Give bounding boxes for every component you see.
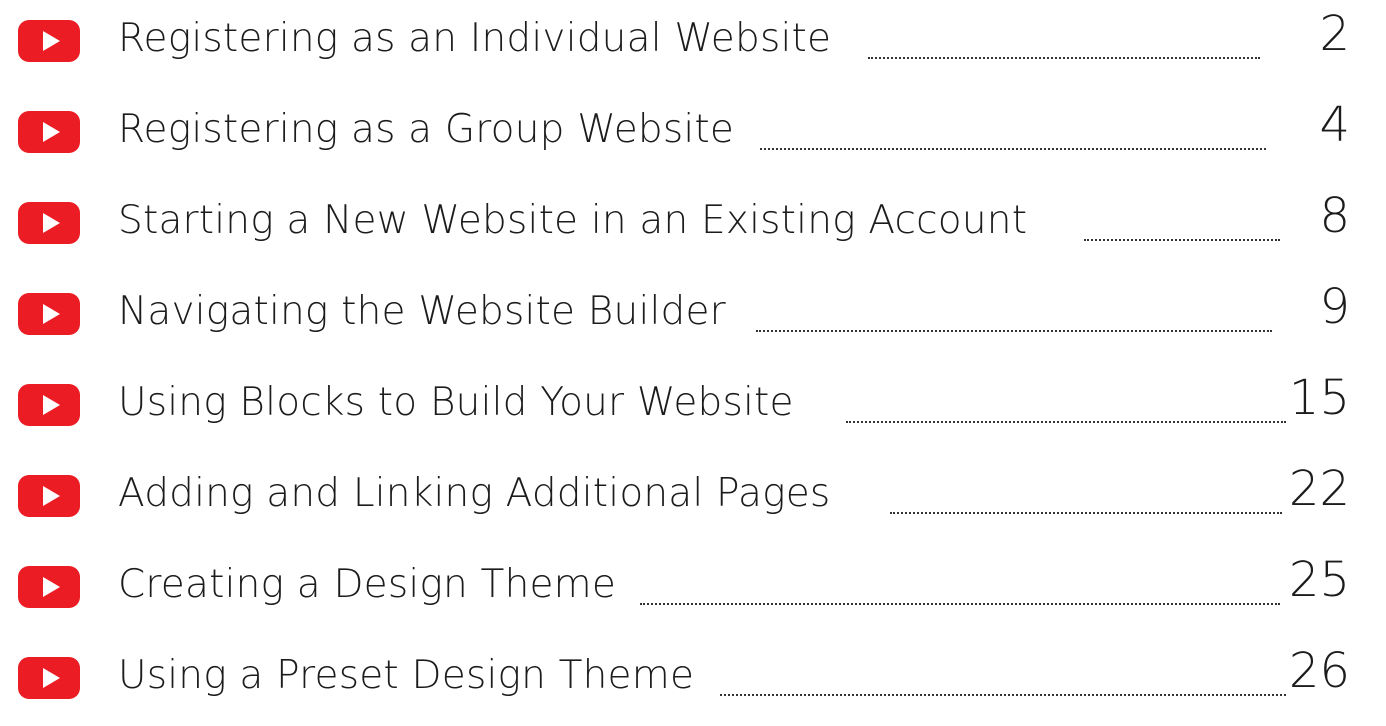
dot-leader: [720, 694, 1286, 696]
toc-entry[interactable]: Adding and Linking Additional Pages 22: [0, 457, 1386, 537]
entry-page-number: 2: [1319, 6, 1350, 62]
toc-entry[interactable]: Registering as an Individual Website 2: [0, 2, 1386, 82]
toc-entry[interactable]: Starting a New Website in an Existing Ac…: [0, 184, 1386, 264]
dot-leader: [868, 57, 1260, 59]
video-play-icon[interactable]: [18, 202, 80, 244]
entry-title[interactable]: Adding and Linking Additional Pages: [118, 471, 830, 517]
entry-page-number: 4: [1319, 97, 1350, 153]
entry-page-number: 9: [1319, 279, 1350, 335]
entry-title[interactable]: Using Blocks to Build Your Website: [118, 380, 794, 426]
video-play-icon[interactable]: [18, 111, 80, 153]
toc-entry[interactable]: Using Blocks to Build Your Website 15: [0, 366, 1386, 446]
entry-title[interactable]: Registering as an Individual Website: [118, 16, 831, 62]
toc-entry[interactable]: Registering as a Group Website 4: [0, 93, 1386, 173]
video-play-icon[interactable]: [18, 20, 80, 62]
entry-page-number: 15: [1288, 370, 1350, 426]
dot-leader: [640, 603, 1280, 605]
video-play-icon[interactable]: [18, 657, 80, 699]
table-of-contents: Registering as an Individual Website 2 R…: [0, 0, 1386, 726]
entry-title[interactable]: Registering as a Group Website: [118, 107, 734, 153]
entry-page-number: 26: [1288, 643, 1350, 699]
dot-leader: [846, 421, 1286, 423]
video-play-icon[interactable]: [18, 293, 80, 335]
video-play-icon[interactable]: [18, 475, 80, 517]
dot-leader: [760, 148, 1266, 150]
entry-title[interactable]: Using a Preset Design Theme: [118, 653, 694, 699]
video-play-icon[interactable]: [18, 566, 80, 608]
toc-entry[interactable]: Navigating the Website Builder 9: [0, 275, 1386, 355]
entry-title[interactable]: Navigating the Website Builder: [118, 289, 726, 335]
entry-title[interactable]: Creating a Design Theme: [118, 562, 616, 608]
entry-page-number: 8: [1319, 188, 1350, 244]
entry-page-number: 22: [1288, 461, 1350, 517]
toc-entry[interactable]: Using a Preset Design Theme 26: [0, 639, 1386, 719]
entry-page-number: 25: [1288, 552, 1350, 608]
dot-leader: [890, 512, 1282, 514]
toc-entry[interactable]: Creating a Design Theme 25: [0, 548, 1386, 628]
video-play-icon[interactable]: [18, 384, 80, 426]
dot-leader: [756, 330, 1272, 332]
dot-leader: [1084, 239, 1280, 241]
entry-title[interactable]: Starting a New Website in an Existing Ac…: [118, 198, 1027, 244]
